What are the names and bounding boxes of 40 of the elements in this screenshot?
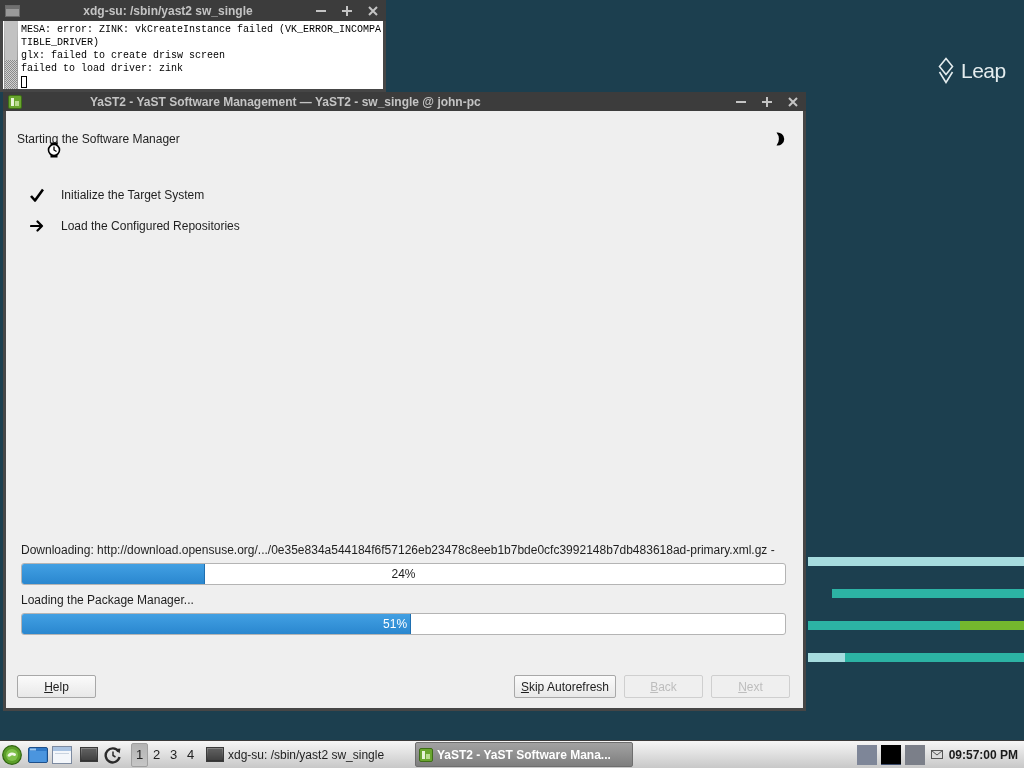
logo-text: Leap [961, 57, 1006, 84]
step-label: Initialize the Target System [61, 188, 205, 202]
app-icon[interactable] [8, 94, 22, 109]
window-icon[interactable] [5, 4, 20, 17]
terminal-output-line: glx: failed to create drisw screen [21, 49, 227, 62]
progress-percentage: 51% [383, 617, 408, 631]
progress-label: Loading the Package Manager... [21, 593, 195, 607]
progress-percentage: 24% [391, 567, 416, 581]
terminal-output-line: failed to load driver: zink [21, 62, 185, 75]
scrollbar[interactable] [4, 21, 18, 89]
workspace-button[interactable]: 4 [182, 742, 199, 767]
terminal-output-line: MESA: error: ZINK: vkCreateInstance failed (VK_ERROR_INCOMPATIBLE_DRIVER) [21, 23, 382, 49]
dialog-heading: Starting the Software Manager [17, 132, 180, 146]
text-cursor-icon [21, 75, 27, 88]
workspace-button[interactable]: 3 [165, 742, 182, 767]
folder-icon[interactable] [28, 746, 48, 763]
maximize-icon[interactable] [762, 96, 772, 107]
tray-icon[interactable] [880, 744, 901, 765]
terminal-icon [206, 747, 224, 762]
close-icon[interactable] [788, 96, 798, 107]
window-title: xdg-su: /sbin/yast2 sw_single [82, 3, 254, 18]
skip-autorefresh-button[interactable]: Skip Autorefresh [513, 675, 616, 698]
diamond-logo-icon [938, 57, 954, 84]
workspace-button[interactable]: 2 [148, 742, 165, 767]
circular-arrow-icon[interactable] [104, 745, 122, 764]
taskbar-task-button[interactable]: xdg-su: /sbin/yast2 sw_single [202, 742, 398, 767]
crescent-icon [775, 132, 786, 146]
workspace-button[interactable]: 1 [131, 742, 148, 767]
close-icon[interactable] [368, 5, 378, 16]
window-icon[interactable] [52, 745, 72, 764]
start-menu-icon[interactable] [2, 744, 22, 765]
progress-label: Downloading: http://download.opensuse.org/.../0e35e834a544184f6f57126eb23478c8eeb1b7bde0cfc3992148b7db483618ad-primary.xml.gz - [21, 543, 776, 557]
help-button[interactable]: Help [17, 675, 96, 698]
maximize-icon[interactable] [342, 5, 352, 16]
clock[interactable]: 09:57:00 PM [948, 747, 1018, 762]
terminal-icon[interactable] [80, 747, 98, 762]
app-icon [419, 747, 433, 762]
envelope-icon[interactable] [930, 750, 943, 759]
step-label: Load the Configured Repositories [61, 219, 240, 233]
window-title: YaST2 - YaST Software Management — YaST2 - sw_single @ john-pc [89, 94, 482, 109]
